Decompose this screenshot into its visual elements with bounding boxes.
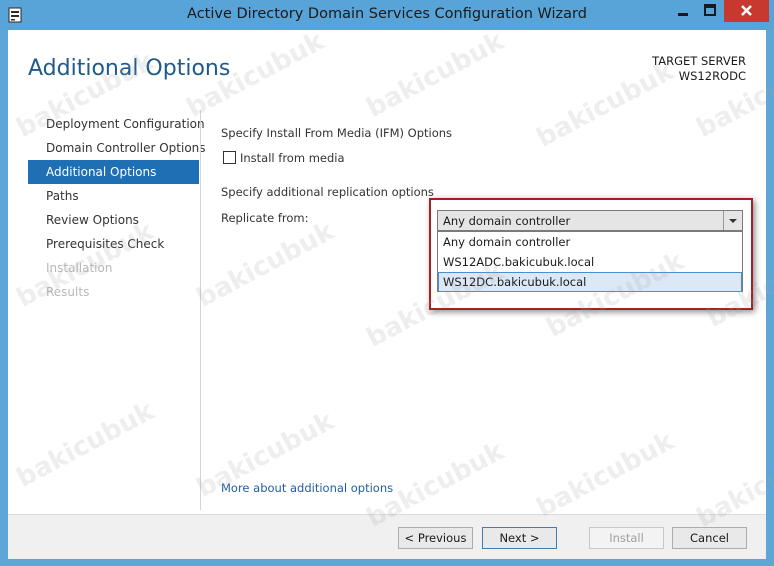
target-server-name: WS12RODC [678,69,746,83]
minimize-icon [678,13,688,16]
window-title: Active Directory Domain Services Configu… [187,6,587,22]
dropdown-option[interactable]: Any domain controller [438,232,742,252]
nav-item-paths[interactable]: Paths [28,184,199,208]
replicate-from-label: Replicate from: [221,211,309,225]
replicate-from-value: Any domain controller [443,214,571,228]
close-icon [741,5,752,16]
install-from-media-label[interactable]: Install from media [240,151,345,165]
maximize-button[interactable] [697,0,723,22]
more-about-link[interactable]: More about additional options [221,481,393,495]
maximize-icon [704,4,716,16]
wizard-footer: < Previous Next > Install Cancel [8,514,766,559]
minimize-button[interactable] [670,0,696,22]
replicate-from-options-list: Any domain controller WS12ADC.bakicubuk.… [437,231,743,292]
wizard-body: Additional Options TARGET SERVER WS12ROD… [8,30,766,559]
nav-item-review-options[interactable]: Review Options [28,208,199,232]
ifm-heading: Specify Install From Media (IFM) Options [221,126,453,140]
install-from-media-checkbox[interactable] [223,151,236,164]
nav-item-additional-options[interactable]: Additional Options [28,160,199,184]
next-button[interactable]: Next > [482,527,557,549]
nav-item-domain-controller-options[interactable]: Domain Controller Options [28,136,206,160]
replication-heading: Specify additional replication options [221,185,434,199]
nav-item-prerequisites-check[interactable]: Prerequisites Check [28,232,199,256]
title-bar[interactable]: Active Directory Domain Services Configu… [0,0,774,30]
nav-item-results: Results [46,285,90,299]
nav-divider [200,110,201,510]
replicate-from-select[interactable]: Any domain controller [437,210,743,231]
install-button: Install [589,527,664,549]
wizard-nav: Deployment Configuration Domain Controll… [28,112,206,304]
nav-item-deployment-configuration[interactable]: Deployment Configuration [28,112,205,136]
previous-button[interactable]: < Previous [398,527,473,549]
chevron-down-icon [729,219,737,223]
dropdown-option[interactable]: WS12ADC.bakicubuk.local [438,252,742,272]
cancel-button[interactable]: Cancel [672,527,747,549]
target-server-label: TARGET SERVER [652,54,746,68]
close-button[interactable] [724,0,769,22]
dropdown-option[interactable]: WS12DC.bakicubuk.local [438,272,742,292]
dropdown-arrow-icon[interactable] [723,211,742,230]
target-server: TARGET SERVER WS12RODC [652,54,746,84]
wizard-window: Active Directory Domain Services Configu… [0,0,774,566]
page-title: Additional Options [28,56,231,81]
nav-item-installation: Installation [46,261,113,275]
